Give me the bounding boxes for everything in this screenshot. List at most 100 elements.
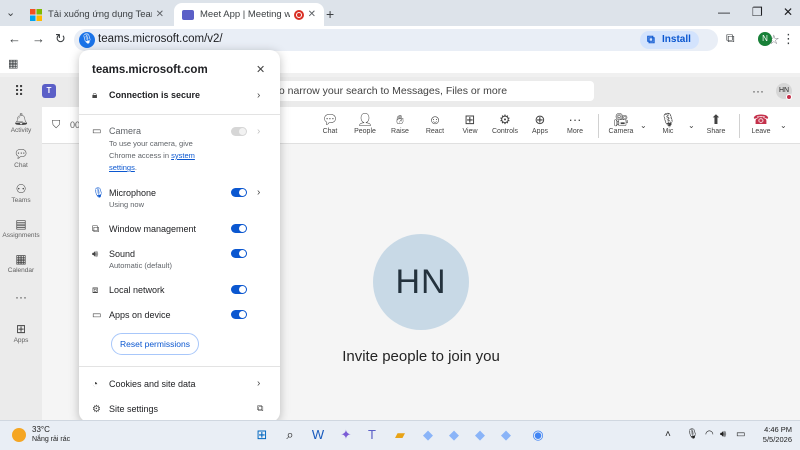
install-app-button[interactable]: Install (640, 31, 699, 49)
share-button[interactable]: ⬆︎ Share (699, 112, 733, 135)
file-explorer-icon[interactable]: ▰ (392, 427, 408, 443)
window-management-label: Window management (109, 224, 197, 234)
address-bar[interactable]: 🎙 teams.microsoft.com/v2/ Install ☆ (74, 29, 780, 51)
rail-more[interactable]: ··· (0, 290, 42, 305)
assignments-icon: ▤ (15, 217, 27, 231)
new-tab-button[interactable]: + (326, 6, 334, 22)
cookie-icon: ◔ (92, 379, 99, 390)
view-button[interactable]: ⊞ View (453, 112, 487, 135)
rail-item-activity[interactable]: 🔔︎ Activity (0, 112, 42, 134)
app-icon[interactable]: ◆ (446, 427, 462, 443)
rail-item-calendar[interactable]: ▦ Calendar (0, 252, 42, 274)
app-icon[interactable]: ◆ (420, 427, 436, 443)
apps-on-device-toggle[interactable] (231, 310, 247, 319)
profile-avatar[interactable]: N (758, 32, 772, 46)
system-settings-link[interactable]: system (171, 151, 195, 160)
tab-close-icon[interactable]: ✕ (308, 9, 316, 20)
people-icon: 👤︎ (356, 112, 374, 127)
more-button[interactable]: ··· More (558, 112, 592, 135)
mic-button[interactable]: 🎙︎ Mic (651, 112, 685, 135)
app-launcher-icon[interactable]: ⠿ (14, 83, 24, 100)
local-network-toggle[interactable] (231, 285, 247, 294)
camera-button[interactable]: 🎥︎ Camera (604, 112, 638, 135)
battery-icon[interactable]: ▭ (736, 429, 745, 440)
control-label: View (462, 128, 478, 135)
extensions-icon[interactable]: ⧉ (726, 31, 735, 46)
wifi-icon[interactable]: ◠ (705, 429, 714, 440)
system-settings-link[interactable]: settings (109, 163, 135, 172)
word-icon[interactable]: W (310, 427, 326, 443)
start-windows-icon[interactable]: ⊞ (254, 427, 270, 443)
more-icon: ··· (15, 290, 27, 304)
maximize-icon[interactable]: ❐ (752, 5, 763, 19)
app-icon[interactable]: ◆ (498, 427, 514, 443)
browser-menu-icon[interactable]: ⋮ (782, 31, 795, 47)
mic-options-chevron-icon[interactable]: ⌄ (688, 121, 695, 130)
divider (79, 114, 280, 115)
cookies-label: Cookies and site data (109, 379, 196, 389)
site-info-mic-icon[interactable]: 🎙 (79, 32, 95, 48)
chevron-right-icon[interactable]: › (257, 187, 260, 198)
browser-tab-teams-download[interactable]: Tải xuống ứng dụng Teams trên ✕ (22, 3, 172, 26)
rail-item-teams[interactable]: ⚇ Teams (0, 182, 42, 204)
people-button[interactable]: 👤︎ People (348, 112, 382, 135)
tab-close-icon[interactable]: ✕ (156, 9, 164, 20)
window-management-toggle[interactable] (231, 224, 247, 233)
close-window-icon[interactable]: ✕ (783, 5, 793, 19)
sound-toggle[interactable] (231, 249, 247, 258)
rail-label: Activity (10, 127, 32, 134)
leave-button[interactable]: ☎︎ Leave (744, 112, 778, 135)
close-icon[interactable]: ✕ (256, 63, 265, 76)
volume-icon[interactable]: 🔊︎ (720, 429, 726, 440)
teams-icon: ⚇ (15, 182, 27, 196)
react-button[interactable]: ☺ React (418, 112, 452, 135)
show-hidden-icons-icon[interactable]: ˄ (665, 429, 671, 440)
chevron-right-icon[interactable]: › (257, 90, 260, 101)
divider (739, 114, 740, 138)
local-network-label: Local network (109, 285, 165, 295)
controls-icon: ⚙︎ (499, 112, 511, 127)
rail-item-apps[interactable]: ⊞ Apps (0, 322, 42, 344)
control-label: Controls (491, 128, 519, 135)
camera-options-chevron-icon[interactable]: ⌄ (640, 121, 647, 130)
search-input[interactable]: to narrow your search to Messages, Files… (268, 81, 594, 101)
weather-temp[interactable]: 33°C (32, 425, 50, 434)
rail-item-chat[interactable]: 💬︎ Chat (0, 147, 42, 169)
phone-hangup-icon: ☎︎ (752, 112, 770, 127)
mic-tray-icon[interactable]: 🎙︎ (686, 429, 699, 440)
plus-icon: ⊕ (534, 112, 546, 127)
controls-button[interactable]: ⚙︎ Controls (488, 112, 522, 135)
back-icon[interactable]: ← (8, 31, 21, 46)
apps-button[interactable]: ⊕ Apps (523, 112, 557, 135)
open-external-icon[interactable]: ⧉ (257, 403, 263, 414)
chevron-right-icon[interactable]: › (257, 378, 260, 389)
rail-item-assignments[interactable]: ▤ Assignments (0, 217, 42, 239)
divider (79, 366, 280, 367)
teams-taskbar-icon[interactable]: T (364, 427, 380, 443)
control-label: Raise (391, 128, 409, 135)
search-icon[interactable]: ⌕ (282, 427, 298, 443)
settings-more-icon[interactable]: ··· (752, 84, 764, 98)
microphone-icon: 🎙︎ (92, 188, 105, 199)
chat-button[interactable]: 💬︎ Chat (313, 112, 347, 135)
weather-sun-icon[interactable] (12, 428, 26, 442)
teams-logo-icon: T (42, 84, 56, 98)
browser-tab-meet-app[interactable]: Meet App | Meeting with H ✕ (174, 3, 324, 26)
copilot-icon[interactable]: ✦ (338, 427, 354, 443)
monitor-icon: ▭ (92, 310, 102, 321)
control-label: React (425, 128, 445, 135)
tab-label: Tải xuống ứng dụng Teams trên (48, 9, 152, 20)
smile-icon: ☺ (428, 112, 442, 127)
apps-grid-icon[interactable]: ▦ (8, 57, 18, 70)
reload-icon[interactable]: ↻ (55, 31, 66, 47)
chrome-icon[interactable]: ◉ (530, 427, 546, 443)
microphone-toggle[interactable] (231, 188, 247, 197)
forward-icon[interactable]: → (32, 31, 45, 46)
minimize-icon[interactable]: — (718, 5, 730, 19)
tab-search-icon[interactable]: ⌄ (6, 6, 15, 19)
taskbar-clock[interactable]: 4:46 PM 5/5/2026 (756, 425, 792, 445)
leave-options-chevron-icon[interactable]: ⌄ (780, 121, 787, 130)
app-icon[interactable]: ◆ (472, 427, 488, 443)
reset-permissions-button[interactable]: Reset permissions (111, 333, 199, 355)
raise-hand-button[interactable]: ✋︎ Raise (383, 112, 417, 135)
